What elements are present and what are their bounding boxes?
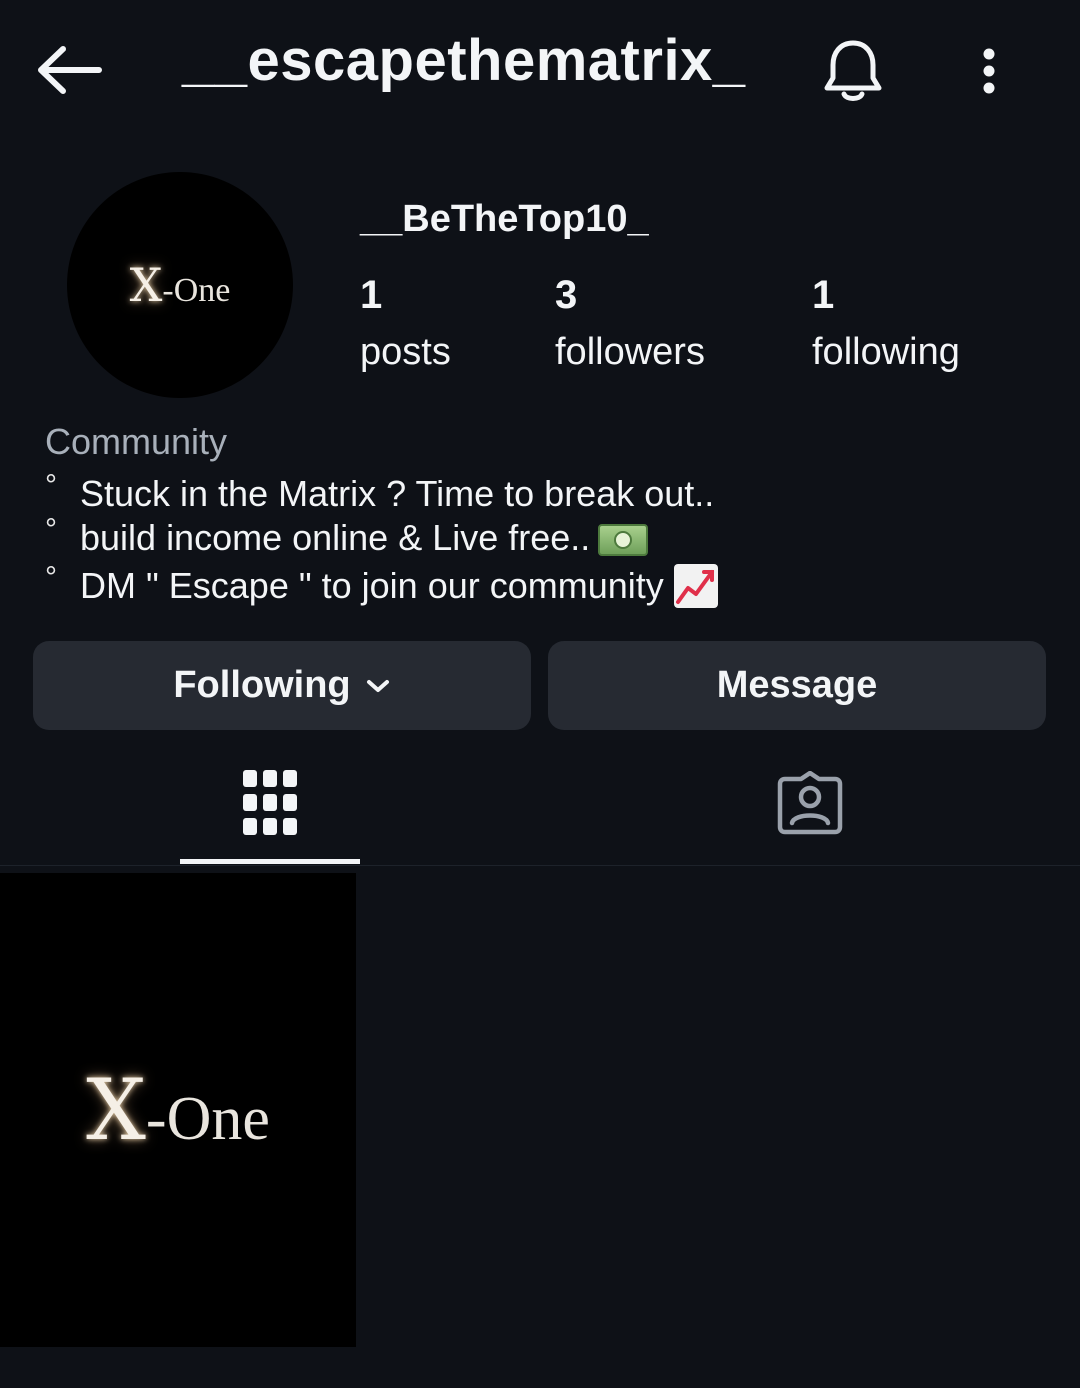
following-stat[interactable]: 1 following [812,275,960,371]
bio-line: ° Stuck in the Matrix ? Time to break ou… [45,471,715,514]
following-button[interactable]: Following [33,641,531,730]
dollar-banknote-icon [598,524,649,556]
more-vertical-icon [983,48,995,94]
followers-label: followers [555,331,705,373]
grid-icon [243,769,297,835]
display-name: __BeTheTop10_ [360,198,649,240]
avatar-logo: X -One [130,258,231,312]
tab-tagged[interactable] [720,755,900,850]
following-count: 1 [812,273,835,317]
profile-username: __escapethematrix_ [182,28,746,93]
posts-count: 1 [360,273,383,317]
logo-one-text: -One [145,1085,270,1153]
bio-bullet: ° [45,513,57,546]
active-tab-indicator [180,859,360,864]
tagged-person-icon [777,770,843,834]
posts-label: posts [360,331,451,373]
logo-x-mark: X [86,1061,146,1159]
tab-posts-grid[interactable] [180,755,360,850]
followers-stat[interactable]: 3 followers [555,275,705,371]
message-button-label: Message [716,664,878,706]
post-thumbnail[interactable]: X -One [0,873,356,1347]
logo-x-mark: X [129,258,163,312]
posts-stat[interactable]: 1 posts [360,275,451,371]
profile-category: Community [45,421,228,462]
notifications-button[interactable] [818,36,888,106]
chevron-down-icon [366,679,389,692]
following-label: following [812,331,960,373]
bell-icon [824,40,882,101]
bio-text: Stuck in the Matrix ? Time to break out.… [80,473,715,514]
post-logo: X -One [86,1061,270,1159]
arrow-left-icon [38,46,102,94]
following-button-label: Following [173,664,351,706]
followers-count: 3 [555,273,578,317]
more-options-button[interactable] [968,40,1010,102]
chart-increasing-icon [673,564,718,608]
logo-one-text: -One [162,272,231,309]
bio-bullet: ° [45,469,57,502]
avatar[interactable]: X -One [67,172,293,398]
bio-bullet: ° [45,561,57,594]
bio-line: ° DM " Escape " to join our community [45,561,718,608]
bio-text: build income online & Live free.. [80,517,591,558]
back-button[interactable] [30,38,106,102]
bio-line: ° build income online & Live free.. [45,515,649,558]
message-button[interactable]: Message [548,641,1046,730]
tabs-divider [0,865,1080,866]
bio-text: DM " Escape " to join our community [80,565,664,606]
